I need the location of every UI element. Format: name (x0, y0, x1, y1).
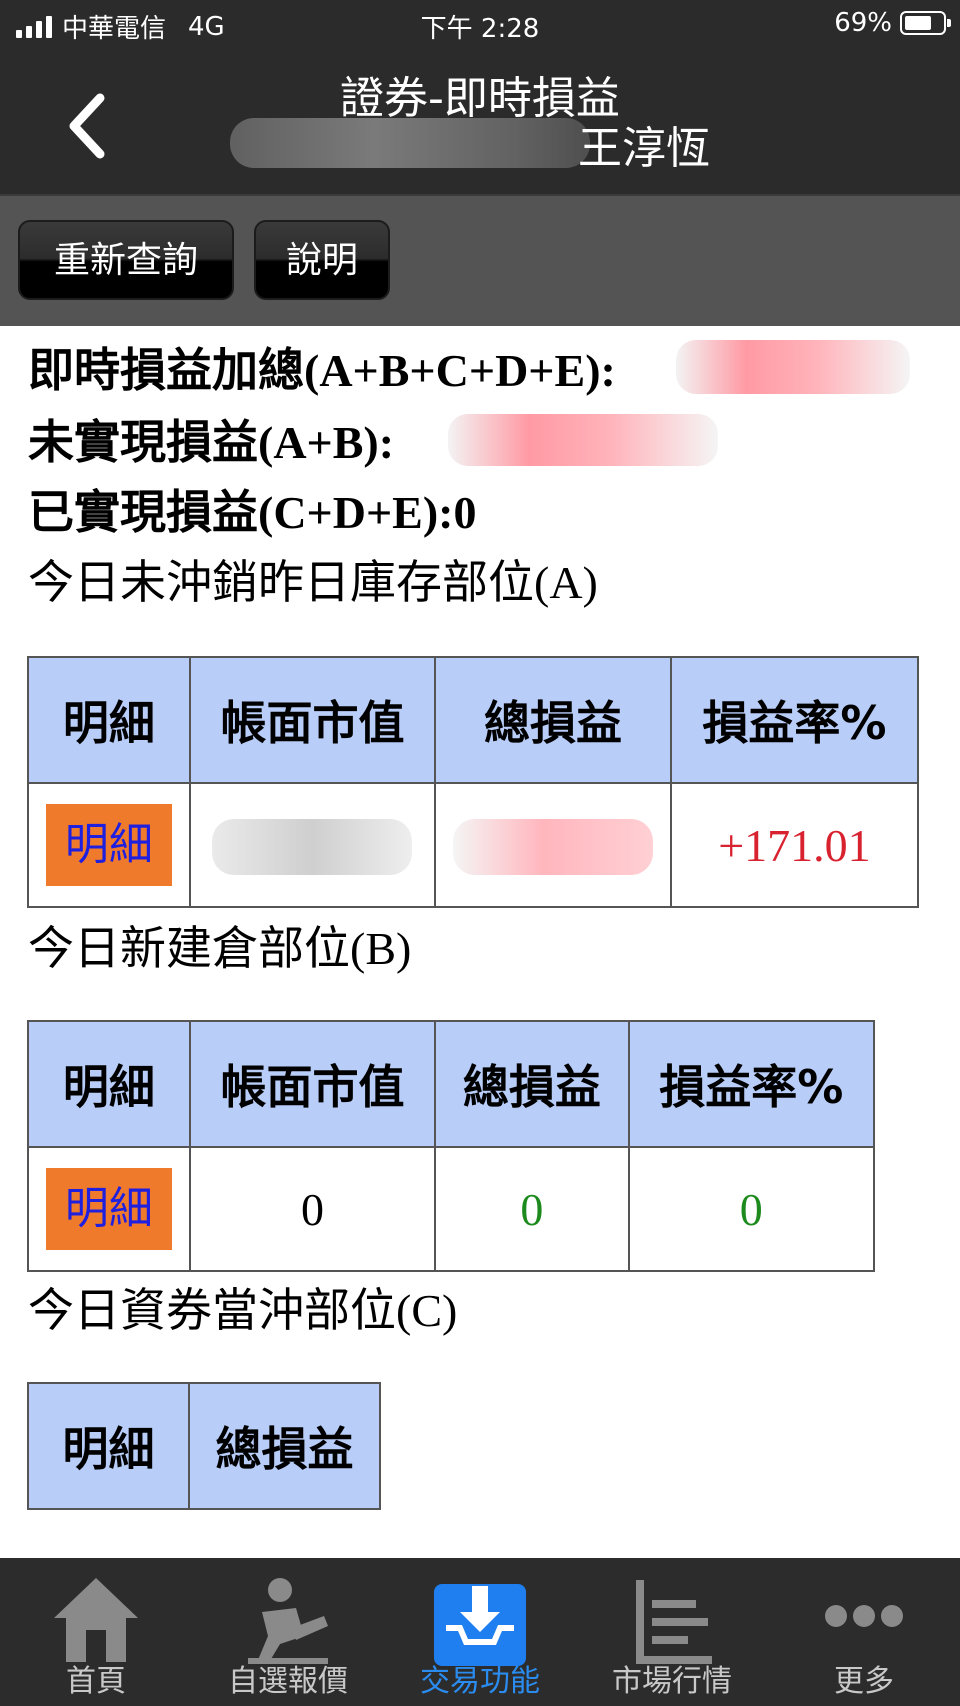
header-total-pl: 總損益 (188, 1382, 381, 1510)
battery-percent: 69% (834, 8, 892, 38)
tab-label: 首頁 (66, 1664, 126, 1699)
total-pl-cell (434, 782, 672, 908)
pl-rate-cell: 0 (627, 1146, 876, 1272)
market-list-icon (636, 1580, 712, 1664)
toolbar: 重新查詢 說明 (0, 194, 960, 326)
header-detail: 明細 (26, 1382, 191, 1510)
tab-home[interactable]: 首頁 (0, 1558, 192, 1706)
section-a-table: 明細 帳面市值 總損益 損益率% 明細 +171.01 (27, 656, 920, 908)
section-a-title: 今日未沖銷昨日庫存部位(A) (28, 557, 598, 608)
table-header-row: 明細 帳面市值 總損益 損益率% (27, 656, 920, 784)
total-pl-label: 即時損益加總(A+B+C+D+E): (28, 345, 616, 396)
redacted-unrealized-value (448, 414, 718, 466)
account-info: 王淳恆 (230, 112, 710, 174)
detail-cell: 明細 (27, 782, 191, 908)
table-header-row: 明細 帳面市值 總損益 損益率% (27, 1020, 876, 1148)
header-detail: 明細 (27, 656, 191, 784)
redacted-total-value (676, 340, 910, 394)
person-quote-icon (248, 1578, 328, 1664)
tab-label: 交易功能 (420, 1664, 540, 1699)
trade-download-icon (434, 1584, 526, 1666)
table-row: 明細 0 0 0 (27, 1146, 876, 1272)
requery-button[interactable]: 重新查詢 (18, 220, 234, 300)
market-value-cell: 0 (188, 1146, 437, 1272)
battery-icon (900, 11, 951, 35)
status-right: 69% (834, 8, 951, 38)
tab-label: 市場行情 (612, 1664, 732, 1699)
tab-watchlist[interactable]: 自選報價 (192, 1558, 384, 1706)
tab-market[interactable]: 市場行情 (576, 1558, 768, 1706)
header-pl-rate: 損益率% (669, 656, 920, 784)
unrealized-pl-label: 未實現損益(A+B): (28, 417, 395, 468)
nav-bar: 證券-即時損益 王淳恆 (0, 48, 960, 194)
tab-label: 自選報價 (228, 1664, 348, 1699)
status-bar: 中華電信 4G 下午 2:28 69% (0, 0, 960, 48)
help-button[interactable]: 說明 (254, 220, 390, 300)
more-dots-icon (825, 1605, 903, 1627)
table-header-row: 明細 總損益 (26, 1382, 381, 1510)
redacted-total-pl (453, 818, 654, 875)
realized-pl-label: 已實現損益(C+D+E):0 (28, 487, 477, 538)
section-b-title: 今日新建倉部位(B) (28, 923, 412, 974)
detail-button[interactable]: 明細 (45, 804, 172, 886)
detail-button[interactable]: 明細 (45, 1168, 172, 1250)
header-market-value: 帳面市值 (188, 656, 437, 784)
total-pl-cell: 0 (434, 1146, 630, 1272)
section-c-title: 今日資券當沖部位(C) (28, 1285, 458, 1336)
pl-rate-cell: +171.01 (669, 782, 920, 908)
home-icon (54, 1578, 138, 1662)
header-detail: 明細 (27, 1020, 191, 1148)
header-pl-rate: 損益率% (627, 1020, 876, 1148)
table-row: 明細 +171.01 (27, 782, 920, 908)
header-total-pl: 總損益 (434, 656, 672, 784)
redacted-account-number (230, 118, 590, 168)
section-c-table: 明細 總損益 (26, 1382, 381, 1510)
tab-more[interactable]: 更多 (768, 1558, 960, 1706)
header-market-value: 帳面市值 (188, 1020, 437, 1148)
tab-label: 更多 (834, 1664, 894, 1699)
tab-bar: 首頁 自選報價 交易功能 市場行情 更多 (0, 1558, 960, 1706)
redacted-market-value (212, 818, 413, 875)
market-value-cell (188, 782, 437, 908)
tab-trade[interactable]: 交易功能 (384, 1558, 576, 1706)
content-area[interactable]: 即時損益加總(A+B+C+D+E): 未實現損益(A+B): 已實現損益(C+D… (0, 326, 960, 1558)
account-name: 王淳恆 (578, 123, 710, 174)
header-total-pl: 總損益 (434, 1020, 630, 1148)
status-time: 下午 2:28 (420, 14, 540, 44)
detail-cell: 明細 (27, 1146, 191, 1272)
section-b-table: 明細 帳面市值 總損益 損益率% 明細 0 0 0 (27, 1020, 876, 1272)
